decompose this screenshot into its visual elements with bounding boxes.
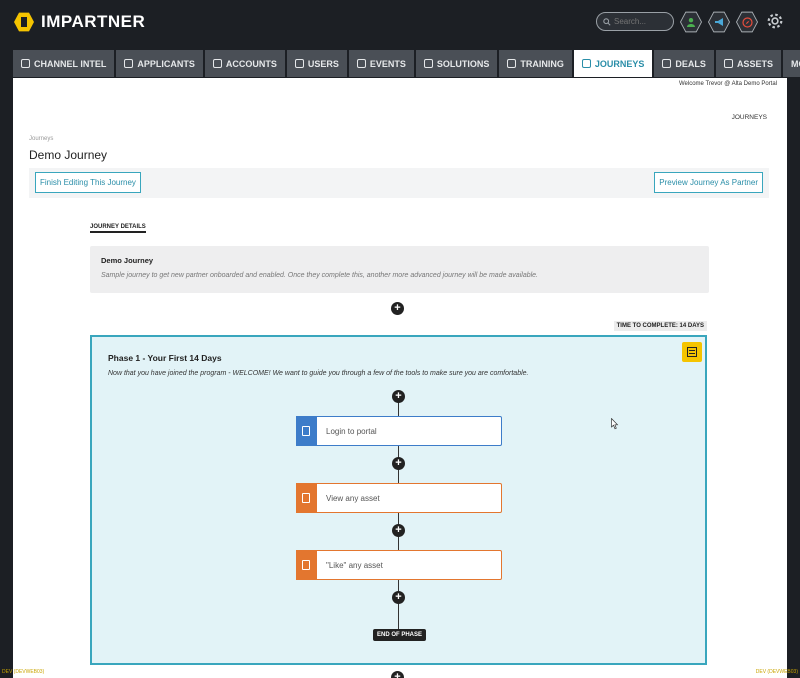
nav-events[interactable]: EVENTS [348, 50, 414, 77]
nav-channel-intel[interactable]: CHANNEL INTEL [13, 50, 115, 77]
top-bar: IMPARTNER [0, 0, 800, 44]
pencil-icon [124, 59, 134, 68]
phase-settings-button[interactable] [682, 342, 702, 362]
announcements-button[interactable] [708, 11, 730, 33]
step-view-any-asset[interactable]: View any asset [295, 482, 502, 513]
page-title: Demo Journey [29, 148, 108, 162]
journey-details-label: JOURNEY DETAILS [90, 224, 146, 233]
app-window: IMPARTNER CHANNEL INTEL APPLICANTS ACCOU… [0, 0, 800, 678]
add-step-button[interactable]: + [392, 591, 405, 604]
add-step-button[interactable]: + [392, 390, 405, 403]
end-of-phase-badge: END OF PHASE [373, 629, 427, 641]
logo[interactable]: IMPARTNER [14, 12, 145, 32]
nav-solutions[interactable]: SOLUTIONS [415, 50, 498, 77]
nav-more[interactable]: MORE [782, 50, 800, 77]
logo-text: IMPARTNER [41, 12, 146, 31]
step-label: Login to portal [326, 427, 377, 436]
search-box[interactable] [596, 12, 674, 31]
gear-icon[interactable] [766, 12, 784, 30]
environment-label: DEV (DEVWEB03) [2, 669, 45, 675]
nav-accounts[interactable]: ACCOUNTS [204, 50, 285, 77]
step-login-to-portal[interactable]: Login to portal [295, 415, 502, 446]
training-icon [507, 59, 517, 68]
step-label: "Like" any asset [326, 561, 383, 570]
dashboard-icon [21, 59, 30, 68]
nav-applicants[interactable]: APPLICANTS [116, 50, 203, 77]
portal-icon [295, 415, 317, 446]
breadcrumb[interactable]: Journeys [29, 136, 53, 142]
step-label: View any asset [326, 494, 380, 503]
phase-card: Phase 1 - Your First 14 Days Now that yo… [90, 335, 707, 665]
nav-users[interactable]: USERS [286, 50, 347, 77]
sliders-icon [687, 347, 697, 357]
time-to-complete-badge: TIME TO COMPLETE: 14 DAYS [613, 321, 707, 331]
finish-editing-button[interactable]: Finish Editing This Journey [35, 172, 141, 193]
page-content: Welcome Trevor @ Alta Demo Portal JOURNE… [13, 78, 787, 678]
search-icon [603, 17, 611, 26]
nav-deals[interactable]: DEALS [654, 50, 714, 77]
add-step-button[interactable]: + [392, 524, 405, 537]
megaphone-icon [714, 18, 723, 26]
step-like-any-asset[interactable]: "Like" any asset [295, 549, 502, 580]
journey-details-card[interactable]: Demo Journey Sample journey to get new p… [90, 246, 709, 293]
nav-training[interactable]: TRAINING [499, 50, 572, 77]
phase-title: Phase 1 - Your First 14 Days [108, 353, 222, 363]
nav-assets[interactable]: ASSETS [715, 50, 781, 77]
preview-journey-button[interactable]: Preview Journey As Partner [654, 172, 763, 193]
nav-journeys[interactable]: JOURNEYS [573, 50, 653, 77]
mouse-cursor-icon [611, 418, 619, 430]
welcome-text: Welcome Trevor @ Alta Demo Portal [678, 81, 777, 87]
add-phase-button[interactable]: + [391, 671, 404, 678]
logo-icon [14, 12, 34, 32]
action-bar: Finish Editing This Journey Preview Jour… [29, 168, 769, 198]
breadcrumb-section: JOURNEYS [731, 114, 767, 121]
environment-label: DEV (DEVWEB03) [755, 669, 798, 675]
user-icon [687, 18, 695, 27]
deals-icon [662, 59, 672, 68]
map-icon [581, 59, 591, 68]
solutions-icon [423, 59, 433, 68]
add-step-button[interactable]: + [392, 457, 405, 470]
users-icon [294, 59, 304, 68]
handshake-icon [212, 59, 222, 68]
search-input[interactable] [614, 17, 666, 26]
asset-icon [295, 482, 317, 513]
journey-name: Demo Journey [101, 256, 154, 265]
asset-icon [295, 549, 317, 580]
phase-subtitle: Now that you have joined the program - W… [108, 370, 529, 377]
main-nav: CHANNEL INTEL APPLICANTS ACCOUNTS USERS … [13, 50, 800, 77]
list-icon [723, 59, 733, 68]
journey-description: Sample journey to get new partner onboar… [101, 272, 538, 279]
add-phase-button[interactable]: + [391, 302, 404, 315]
explore-button[interactable] [736, 11, 758, 33]
compass-icon [741, 16, 753, 28]
calendar-icon [356, 59, 366, 68]
profile-button[interactable] [680, 11, 702, 33]
